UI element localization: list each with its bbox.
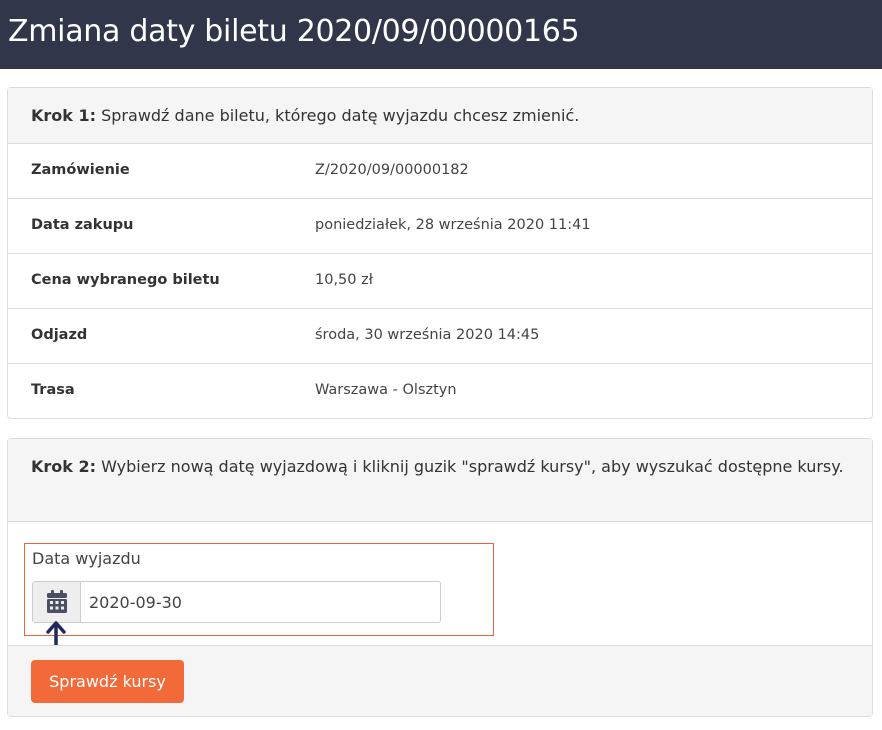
card-footer: Sprawdź kursy [8, 645, 872, 716]
detail-label: Zamówienie [31, 162, 130, 178]
detail-row-route: Trasa Warszawa - Olsztyn [8, 364, 872, 419]
ticket-details-card: Krok 1: Sprawdź dane biletu, którego dat… [7, 87, 873, 419]
detail-row-purchase-date: Data zakupu poniedziałek, 28 września 20… [8, 199, 872, 254]
step2-label: Krok 2: [31, 457, 97, 476]
calendar-icon[interactable] [46, 590, 68, 614]
detail-value: poniedziałek, 28 września 2020 11:41 [315, 217, 591, 233]
detail-label: Trasa [31, 382, 75, 398]
date-field-label: Data wyjazdu [32, 549, 141, 568]
detail-label: Odjazd [31, 327, 88, 343]
detail-value: 10,50 zł [315, 272, 373, 288]
calendar-button[interactable] [33, 582, 81, 622]
detail-row-order: Zamówienie Z/2020/09/00000182 [8, 144, 872, 199]
new-date-card: Krok 2: Wybierz nową datę wyjazdową i kl… [7, 438, 873, 717]
detail-value: Warszawa - Olsztyn [315, 382, 457, 398]
check-routes-button[interactable]: Sprawdź kursy [31, 660, 184, 703]
page-header: Zmiana daty biletu 2020/09/00000165 [0, 0, 882, 69]
step1-label: Krok 1: [31, 106, 97, 125]
detail-label: Cena wybranego biletu [31, 272, 220, 288]
step2-text: Wybierz nową datę wyjazdową i kliknij gu… [96, 457, 844, 476]
date-field-highlight: Data wyjazdu 2020-09-30 [24, 543, 494, 650]
detail-label: Data zakupu [31, 217, 134, 233]
date-input[interactable]: 2020-09-30 [89, 593, 182, 612]
date-input-group[interactable]: 2020-09-30 [32, 581, 441, 623]
step1-text: Sprawdź dane biletu, którego datę wyjazd… [96, 106, 580, 125]
detail-value: Z/2020/09/00000182 [315, 162, 469, 178]
page-title: Zmiana daty biletu 2020/09/00000165 [8, 14, 580, 49]
step2-heading: Krok 2: Wybierz nową datę wyjazdową i kl… [8, 439, 872, 522]
step1-heading: Krok 1: Sprawdź dane biletu, którego dat… [8, 88, 872, 144]
detail-value: środa, 30 września 2020 14:45 [315, 327, 540, 343]
detail-row-departure: Odjazd środa, 30 września 2020 14:45 [8, 309, 872, 364]
detail-row-price: Cena wybranego biletu 10,50 zł [8, 254, 872, 309]
